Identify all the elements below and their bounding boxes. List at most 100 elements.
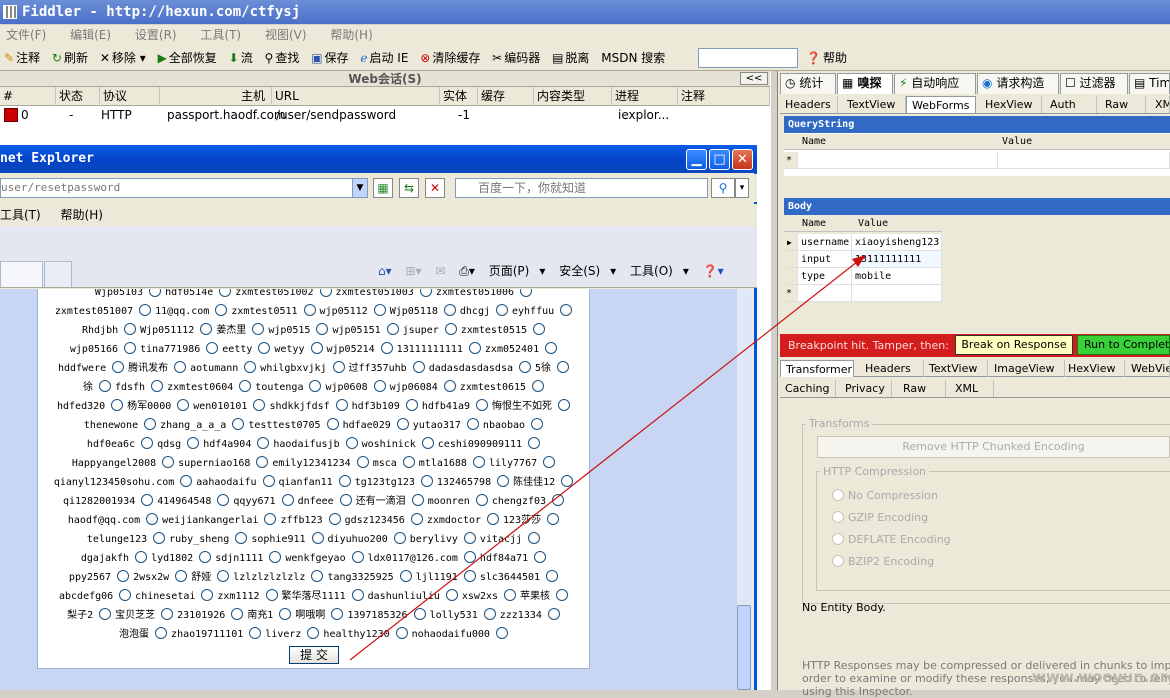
username-radio-option[interactable]: zxm052401 bbox=[485, 340, 559, 359]
username-radio-option[interactable]: Wjp05118 bbox=[390, 302, 458, 321]
body-row-name[interactable]: username bbox=[798, 234, 852, 251]
radio-button[interactable] bbox=[356, 456, 369, 468]
username-radio-option[interactable]: 过ff357uhb bbox=[349, 359, 427, 378]
radio-button[interactable] bbox=[257, 437, 270, 449]
tab-resp-imageview[interactable]: ImageView bbox=[989, 360, 1065, 377]
remove-chunked-encoding-button[interactable]: Remove HTTP Chunked Encoding bbox=[817, 436, 1170, 458]
username-radio-option[interactable]: lily7767 bbox=[489, 454, 557, 473]
radio-button[interactable] bbox=[560, 304, 573, 316]
col-process[interactable]: 进程 bbox=[612, 87, 678, 106]
radio-button[interactable] bbox=[206, 342, 219, 354]
radio-button[interactable] bbox=[175, 570, 188, 582]
find-button[interactable]: ⚲ 查找 bbox=[265, 45, 300, 71]
username-radio-option[interactable]: toutenga bbox=[255, 378, 323, 397]
tab-composer[interactable]: ◉ 请求构造 bbox=[977, 73, 1059, 94]
body-new-name-cell[interactable] bbox=[798, 285, 852, 302]
username-radio-option[interactable]: qianyl123450sohu.com bbox=[54, 473, 194, 492]
radio-button[interactable] bbox=[419, 289, 432, 297]
run-to-completion-button[interactable]: Run to Completion bbox=[1077, 335, 1170, 355]
tab-req-hexview[interactable]: HexView bbox=[980, 96, 1042, 113]
username-radio-option[interactable]: mtla1688 bbox=[419, 454, 487, 473]
print-icon[interactable]: ⎙▾ bbox=[459, 264, 475, 278]
radio-button[interactable] bbox=[252, 323, 265, 335]
username-radio-option[interactable]: qianfan11 bbox=[279, 473, 353, 492]
menu-help[interactable]: 帮助(H) bbox=[330, 25, 372, 45]
menu-tools[interactable]: 工具(T) bbox=[200, 25, 241, 45]
help-icon[interactable]: ❓▾ bbox=[703, 264, 724, 278]
username-radio-option[interactable]: lolly531 bbox=[430, 606, 498, 625]
ie-menu-tools[interactable]: 工具(T) bbox=[0, 208, 41, 222]
username-radio-option[interactable]: qqyy671 bbox=[233, 492, 295, 511]
radio-button[interactable] bbox=[141, 437, 154, 449]
username-radio-option[interactable]: hdfed320 bbox=[57, 397, 125, 416]
username-radio-option[interactable]: wjp0608 bbox=[325, 378, 387, 397]
radio-button[interactable] bbox=[519, 361, 531, 373]
radio-button[interactable] bbox=[119, 589, 132, 601]
username-radio-option[interactable]: berylivy bbox=[410, 530, 478, 549]
rss-icon[interactable]: ⊞▾ bbox=[405, 264, 421, 278]
col-protocol[interactable]: 协议 bbox=[100, 87, 160, 106]
launch-ie-button[interactable]: ℯ 启动 IE bbox=[360, 45, 408, 71]
radio-button[interactable] bbox=[504, 589, 517, 601]
username-radio-option[interactable]: Wjp05103 bbox=[95, 289, 163, 302]
username-radio-option[interactable]: gdsz123456 bbox=[345, 511, 425, 530]
search-button[interactable]: ⚲ bbox=[711, 178, 735, 198]
radio-button[interactable] bbox=[316, 323, 329, 335]
username-radio-option[interactable]: eetty bbox=[222, 340, 272, 359]
username-radio-option[interactable]: thenewone bbox=[84, 416, 158, 435]
radio-button[interactable] bbox=[253, 399, 266, 411]
radio-button[interactable] bbox=[402, 456, 415, 468]
username-radio-option[interactable]: tg123tg123 bbox=[355, 473, 435, 492]
page-menu[interactable]: 页面(P) ▾ bbox=[489, 264, 546, 278]
radio-button[interactable] bbox=[199, 551, 212, 563]
ie-menu-help[interactable]: 帮助(H) bbox=[61, 208, 103, 222]
radio-button[interactable] bbox=[217, 494, 230, 506]
radio-button[interactable] bbox=[380, 342, 393, 354]
username-radio-option[interactable]: 陈佳佳12 bbox=[513, 473, 575, 492]
radio-button[interactable] bbox=[269, 551, 282, 563]
username-radio-option[interactable]: aotumann bbox=[190, 359, 258, 378]
qs-new-value-cell[interactable] bbox=[998, 152, 1170, 169]
radio-button[interactable] bbox=[543, 456, 556, 468]
tab-req-headers[interactable]: Headers bbox=[780, 96, 838, 113]
col-num[interactable]: # bbox=[0, 87, 56, 106]
break-on-response-button[interactable]: Break on Response bbox=[955, 335, 1073, 355]
radio-button[interactable] bbox=[99, 608, 112, 620]
username-radio-option[interactable]: Happyangel2008 bbox=[72, 454, 176, 473]
username-radio-option[interactable]: wjp05214 bbox=[327, 340, 395, 359]
col-url[interactable]: URL bbox=[272, 87, 440, 106]
resume-all-button[interactable]: ▶ 全部恢复 bbox=[158, 45, 217, 71]
radio-button[interactable] bbox=[483, 608, 496, 620]
radio-button[interactable] bbox=[413, 608, 426, 620]
radio-button[interactable] bbox=[472, 456, 485, 468]
username-radio-option[interactable]: zxmtest051003 bbox=[336, 289, 434, 302]
username-radio-option[interactable]: 宝贝芝芝 bbox=[115, 606, 175, 625]
radio-button[interactable] bbox=[135, 551, 148, 563]
radio-button[interactable] bbox=[219, 289, 232, 297]
detach-button[interactable]: ▤ 脱离 bbox=[552, 45, 589, 71]
radio-button[interactable] bbox=[351, 589, 364, 601]
username-radio-option[interactable]: 啊哦啊 bbox=[295, 606, 345, 625]
username-radio-option[interactable]: qdsg bbox=[157, 435, 201, 454]
username-radio-option[interactable]: 姜杰里 bbox=[216, 321, 266, 340]
radio-button[interactable] bbox=[558, 399, 570, 411]
username-radio-option[interactable]: whilgbxvjkj bbox=[260, 359, 346, 378]
radio-button[interactable] bbox=[311, 570, 324, 582]
radio-button[interactable] bbox=[410, 513, 423, 525]
pane-splitter[interactable] bbox=[770, 71, 778, 690]
col-host[interactable]: 主机 bbox=[160, 87, 272, 106]
compat-view-button[interactable]: ▦ bbox=[373, 178, 393, 198]
username-radio-option[interactable]: tina771986 bbox=[140, 340, 220, 359]
submit-button[interactable]: 提 交 bbox=[289, 646, 339, 664]
radio-button[interactable] bbox=[265, 589, 278, 601]
username-radio-option[interactable]: slc3644501 bbox=[480, 568, 560, 587]
tab-inspectors[interactable]: ▦ 嗅探 bbox=[837, 73, 893, 94]
username-radio-option[interactable]: jsuper bbox=[403, 321, 459, 340]
username-radio-option[interactable]: zxmtest0515 bbox=[461, 321, 547, 340]
tab-req-auth[interactable]: Auth bbox=[1045, 96, 1097, 113]
radio-button[interactable] bbox=[468, 342, 481, 354]
radio-button[interactable] bbox=[556, 589, 569, 601]
radio-button[interactable] bbox=[496, 304, 508, 316]
radio-button[interactable] bbox=[547, 608, 560, 620]
username-radio-option[interactable]: zxm1112 bbox=[217, 587, 279, 606]
